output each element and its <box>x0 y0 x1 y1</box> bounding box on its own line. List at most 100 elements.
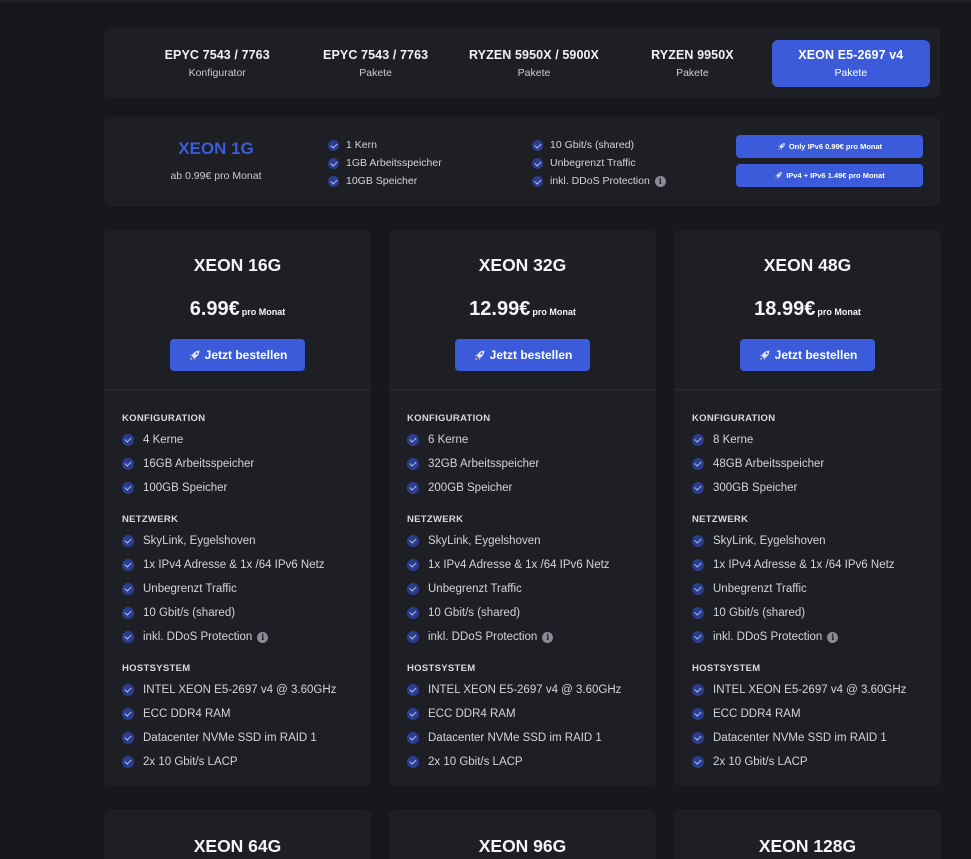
spec-text: 200GB Speicher <box>428 482 513 494</box>
top-border <box>0 0 971 2</box>
check-icon <box>692 559 704 571</box>
tab-ryzen-5950x[interactable]: RYZEN 5950X / 5900X Pakete <box>455 40 613 87</box>
tab-xeon-e5-2697[interactable]: XEON E5-2697 v4 Pakete <box>771 39 931 87</box>
list-item: Unbegrenzt Traffic <box>407 577 646 601</box>
list-item: 200GB Speicher <box>407 476 646 500</box>
plan-name: XEON 96G <box>478 836 567 856</box>
check-icon <box>122 458 134 470</box>
spec-text: INTEL XEON E5-2697 v4 @ 3.60GHz <box>143 684 337 696</box>
spec-text: 48GB Arbeitsspeicher <box>713 458 825 470</box>
spec-text: Datacenter NVMe SSD im RAID 1 <box>143 732 317 744</box>
product-tabs: EPYC 7543 / 7763 Konfigurator EPYC 7543 … <box>104 28 940 98</box>
check-icon <box>122 434 134 446</box>
divider <box>674 389 941 390</box>
spec-text: 10 Gbit/s (shared) <box>428 607 521 619</box>
spec-text: 2x 10 Gbit/s LACP <box>713 756 808 768</box>
check-icon <box>407 535 419 547</box>
list-item: 100GB Speicher <box>122 476 361 500</box>
mini-plan-card: XEON 1G ab 0.99€ pro Monat 1 Kern 1GB Ar… <box>104 117 940 206</box>
list-item: 16GB Arbeitsspeicher <box>122 452 361 476</box>
check-icon <box>692 708 704 720</box>
check-icon <box>407 684 419 696</box>
list-item: 10 Gbit/s (shared) <box>532 136 666 154</box>
spec-text: 4 Kerne <box>143 434 184 446</box>
spec-text: ECC DDR4 RAM <box>713 708 801 720</box>
spec-text: inkl. DDoS Protection <box>428 631 538 643</box>
check-icon <box>407 434 419 446</box>
plan-price: 12.99€ pro Monat <box>389 298 656 321</box>
section-heading: NETZWERK <box>122 514 179 525</box>
list-item: 32GB Arbeitsspeicher <box>407 452 646 476</box>
info-icon[interactable]: i <box>827 631 839 643</box>
spec-text: 10GB Speicher <box>346 175 418 187</box>
check-icon <box>692 482 704 494</box>
section-heading: NETZWERK <box>692 514 749 525</box>
list-item: 2x 10 Gbit/s LACP <box>407 750 646 774</box>
tab-subtitle: Pakete <box>834 66 868 79</box>
check-icon <box>122 535 134 547</box>
tab-epyc-pakete[interactable]: EPYC 7543 / 7763 Pakete <box>296 40 454 87</box>
spec-text: inkl. DDoS Protection <box>550 175 650 187</box>
order-ipv6-only-button[interactable]: Only IPv6 0.99€ pro Monat <box>736 135 923 158</box>
spec-text: Unbegrenzt Traffic <box>550 157 636 169</box>
list-item: 1x IPv4 Adresse & 1x /64 IPv6 Netz <box>407 553 646 577</box>
mini-plan-specs-1: 1 Kern 1GB Arbeitsspeicher 10GB Speicher <box>328 136 442 190</box>
list-item: Unbegrenzt Traffic <box>692 577 931 601</box>
order-ipv4-ipv6-button[interactable]: IPv4 + IPv6 1.49€ pro Monat <box>736 164 923 187</box>
spec-text: 10 Gbit/s (shared) <box>550 139 635 151</box>
plan-name: XEON 32G <box>478 255 567 275</box>
spec-text: INTEL XEON E5-2697 v4 @ 3.60GHz <box>713 684 907 696</box>
info-icon[interactable]: i <box>542 631 554 643</box>
check-icon <box>692 756 704 768</box>
list-item: 10GB Speicher <box>328 172 442 190</box>
plan-specs: KONFIGURATION 8 Kerne 48GB Arbeitsspeicher… <box>692 413 931 774</box>
order-button[interactable]: Jetzt bestellen <box>740 339 875 371</box>
info-icon[interactable]: i <box>257 631 269 643</box>
spec-text: Datacenter NVMe SSD im RAID 1 <box>428 732 602 744</box>
check-icon <box>122 482 134 494</box>
price-period: pro Monat <box>241 307 286 317</box>
tab-title: XEON E5-2697 v4 <box>798 47 904 62</box>
order-button[interactable]: Jetzt bestellen <box>455 339 590 371</box>
button-label: Jetzt bestellen <box>489 348 573 362</box>
button-label: Only IPv6 0.99€ pro Monat <box>788 142 883 151</box>
spec-text: Unbegrenzt Traffic <box>713 583 807 595</box>
check-icon <box>328 175 339 187</box>
list-item: 1x IPv4 Adresse & 1x /64 IPv6 Netz <box>122 553 361 577</box>
rocket-icon <box>759 350 770 360</box>
button-label: IPv4 + IPv6 1.49€ pro Monat <box>786 171 885 180</box>
tab-ryzen-9950x[interactable]: RYZEN 9950X Pakete <box>613 40 771 87</box>
list-item: ECC DDR4 RAM <box>692 702 931 726</box>
list-item: inkl. DDoS Protection i <box>122 625 361 649</box>
list-item: inkl. DDoS Protection i <box>407 625 646 649</box>
check-icon <box>122 708 134 720</box>
list-item: 1GB Arbeitsspeicher <box>328 154 442 172</box>
spec-text: SkyLink, Eygelshoven <box>143 535 256 547</box>
list-item: INTEL XEON E5-2697 v4 @ 3.60GHz <box>407 678 646 702</box>
spec-text: 100GB Speicher <box>143 482 228 494</box>
check-icon <box>692 583 704 595</box>
spec-text: 8 Kerne <box>713 434 754 446</box>
plan-card-xeon-128g: XEON 128G <box>674 810 941 859</box>
order-button[interactable]: Jetzt bestellen <box>170 339 305 371</box>
spec-text: 1 Kern <box>346 139 377 151</box>
list-item: 4 Kerne <box>122 428 361 452</box>
check-icon <box>407 732 419 744</box>
check-icon <box>692 535 704 547</box>
spec-text: 1x IPv4 Adresse & 1x /64 IPv6 Netz <box>713 559 895 571</box>
spec-text: 1x IPv4 Adresse & 1x /64 IPv6 Netz <box>143 559 325 571</box>
info-icon[interactable]: i <box>654 175 666 187</box>
list-item: 2x 10 Gbit/s LACP <box>122 750 361 774</box>
check-icon <box>692 631 704 643</box>
list-item: Datacenter NVMe SSD im RAID 1 <box>122 726 361 750</box>
list-item: Datacenter NVMe SSD im RAID 1 <box>692 726 931 750</box>
list-item: 1x IPv4 Adresse & 1x /64 IPv6 Netz <box>692 553 931 577</box>
check-icon <box>122 583 134 595</box>
list-item: 10 Gbit/s (shared) <box>122 601 361 625</box>
list-item: ECC DDR4 RAM <box>122 702 361 726</box>
list-item: SkyLink, Eygelshoven <box>122 529 361 553</box>
tab-title: EPYC 7543 / 7763 <box>164 47 270 62</box>
list-item: 1 Kern <box>328 136 442 154</box>
tab-epyc-konfigurator[interactable]: EPYC 7543 / 7763 Konfigurator <box>138 40 296 87</box>
plan-card-xeon-96g: XEON 96G <box>389 810 656 859</box>
